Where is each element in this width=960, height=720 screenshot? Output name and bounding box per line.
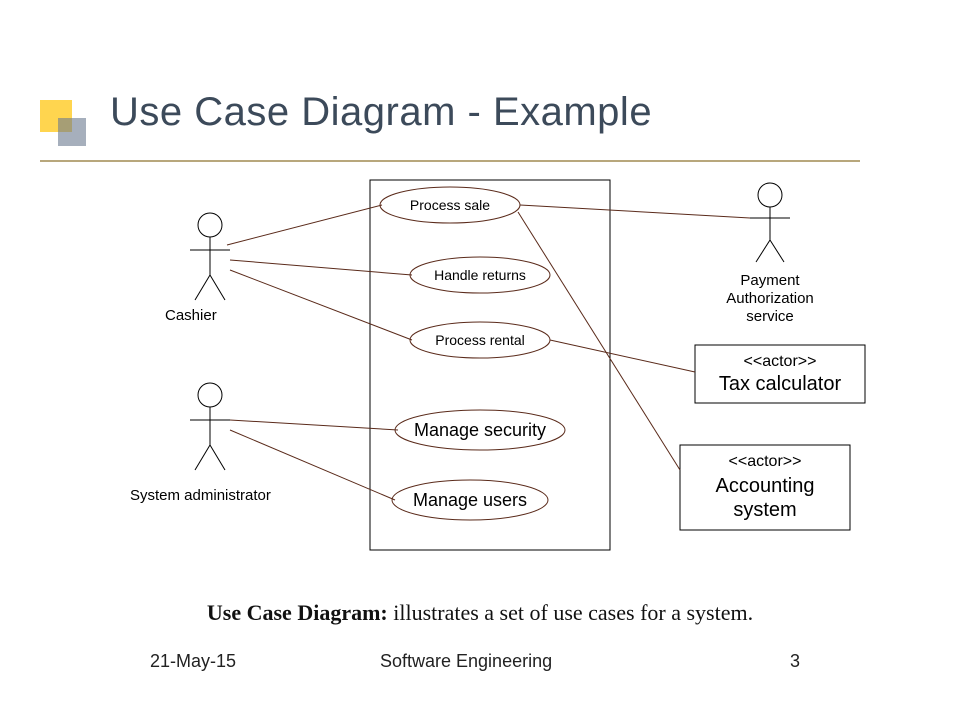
actor-box-accounting-system: <<actor>> Accounting system	[680, 445, 850, 530]
usecase-manage-security: Manage security	[395, 410, 565, 450]
svg-text:<<actor>>: <<actor>>	[729, 453, 802, 470]
footer-course: Software Engineering	[380, 651, 552, 672]
svg-text:Tax calculator: Tax calculator	[719, 373, 842, 395]
actor-box-tax-calculator: <<actor>> Tax calculator	[695, 345, 865, 403]
caption: Use Case Diagram: illustrates a set of u…	[0, 600, 960, 626]
svg-text:Accounting: Accounting	[716, 475, 815, 497]
actor-payment-service: Payment Authorization service	[726, 183, 814, 325]
svg-text:service: service	[746, 308, 794, 325]
svg-text:Cashier: Cashier	[165, 307, 217, 324]
usecase-process-sale: Process sale	[380, 187, 520, 223]
usecase-manage-users: Manage users	[392, 480, 548, 520]
svg-text:Process rental: Process rental	[435, 332, 524, 348]
usecase-process-rental: Process rental	[410, 322, 550, 358]
caption-bold: Use Case Diagram:	[207, 600, 388, 625]
caption-rest: illustrates a set of use cases for a sys…	[388, 600, 753, 625]
usecase-handle-returns: Handle returns	[410, 257, 550, 293]
footer-date: 21-May-15	[150, 651, 236, 672]
svg-text:<<actor>>: <<actor>>	[744, 353, 817, 370]
svg-text:Manage security: Manage security	[414, 420, 546, 440]
actor-sysadmin: System administrator	[130, 383, 271, 504]
svg-text:Manage users: Manage users	[413, 490, 527, 510]
actor-cashier: Cashier	[165, 213, 230, 324]
footer-page-number: 3	[790, 651, 800, 672]
svg-text:Payment: Payment	[740, 272, 800, 289]
slide: Use Case Diagram - Example Process sale …	[0, 0, 960, 720]
svg-text:system: system	[733, 499, 796, 521]
svg-text:Process sale: Process sale	[410, 197, 490, 213]
svg-text:System administrator: System administrator	[130, 487, 271, 504]
svg-text:Handle returns: Handle returns	[434, 267, 526, 283]
footer: 21-May-15 Software Engineering 3	[0, 642, 960, 672]
svg-text:Authorization: Authorization	[726, 290, 814, 307]
